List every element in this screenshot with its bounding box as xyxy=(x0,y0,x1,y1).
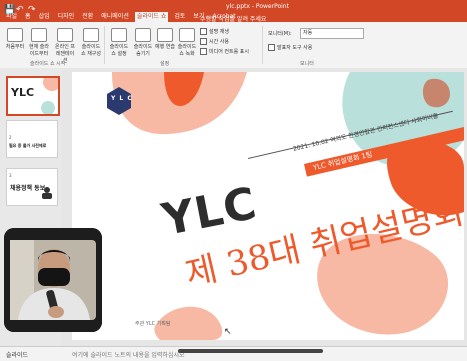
record-button[interactable]: 슬라이드 쇼 녹화 xyxy=(176,28,198,57)
slideshow-setup-button[interactable]: 슬라이드 쇼 설정 xyxy=(108,28,130,57)
setup-icon xyxy=(111,28,127,42)
from-current-button[interactable]: 현재 슬라이드부터 xyxy=(28,28,50,57)
custom-show-icon xyxy=(83,28,99,42)
tab-file[interactable]: 파일 xyxy=(4,12,19,22)
slide-footer: 주관 YLC 기획팀 xyxy=(135,321,171,327)
slide-editor-canvas: Y L C 2021. 10.02 여의도 한경연합관 컨퍼런스센터 사회이버홀… xyxy=(62,68,467,346)
notes-placeholder[interactable]: 여기에 슬라이드 노트의 내용을 입력하십시오 xyxy=(72,350,185,359)
thumbnail-number: 3 xyxy=(9,173,12,178)
webcam-overlay xyxy=(4,228,102,332)
play-narrations-checkbox[interactable]: 설명 재생 xyxy=(200,28,229,35)
presenter-view-checkbox[interactable]: 발표자 도구 사용 xyxy=(268,44,312,51)
hide-slide-icon xyxy=(135,28,151,42)
tab-review[interactable]: 검토 xyxy=(172,12,187,22)
monitor-label: 모니터(M): xyxy=(268,31,292,37)
hide-slide-button[interactable]: 슬라이드 숨기기 xyxy=(132,28,154,57)
thumbnail-title: 필요 증 몰가 사전에로 xyxy=(9,143,47,148)
media-controls-checkbox[interactable]: 미디어 컨트롤 표시 xyxy=(200,48,249,55)
thumbnail-title: YLC xyxy=(11,86,35,99)
current-slide[interactable]: Y L C 2021. 10.02 여의도 한경연합관 컨퍼런스센터 사회이버홀… xyxy=(72,72,464,340)
group-label-start: 슬라이드 쇼 시작 xyxy=(30,61,66,67)
thumbnail-number: 2 xyxy=(9,135,12,140)
tab-design[interactable]: 디자인 xyxy=(56,12,77,22)
person-icon xyxy=(42,187,52,199)
mouse-pointer-icon: ↖ xyxy=(224,327,232,337)
from-beginning-button[interactable]: 처음부터 xyxy=(4,28,26,50)
window-title: ylc.pptx - PowerPoint xyxy=(226,3,289,10)
play-current-icon xyxy=(31,28,47,42)
monitor-select[interactable]: 자동 xyxy=(300,28,364,39)
tab-transitions[interactable]: 전환 xyxy=(80,12,95,22)
tab-home[interactable]: 홈 xyxy=(23,12,33,22)
horizontal-scrollbar[interactable] xyxy=(178,349,323,353)
use-timings-checkbox[interactable]: 시간 사용 xyxy=(200,38,229,45)
tab-slideshow[interactable]: 슬라이드 쇼 xyxy=(134,12,169,22)
webcam-person-image xyxy=(4,228,102,332)
play-icon xyxy=(7,28,23,42)
record-icon xyxy=(179,28,195,42)
title-bar: 💾 ↶ ↷ ylc.pptx - PowerPoint 파일 홈 삽입 디자인 … xyxy=(0,0,467,23)
custom-show-button[interactable]: 슬라이드 쇼 재구성 xyxy=(80,28,102,57)
slide-thumbnail-1[interactable]: YLC xyxy=(6,76,60,116)
slide-thumbnail-3[interactable]: 3 채용정책 동보 xyxy=(6,168,58,206)
slide-number-indicator: 슬라이드 xyxy=(6,352,29,359)
ribbon-separator xyxy=(104,26,105,64)
group-label-setup: 설정 xyxy=(160,61,170,67)
tab-insert[interactable]: 삽입 xyxy=(37,12,52,22)
ribbon: 처음부터 현재 슬라이드부터 온라인 프레젠테이션 슬라이드 쇼 재구성 슬라이… xyxy=(0,22,467,69)
ylc-logo-text: Y L C xyxy=(111,95,133,102)
online-present-icon xyxy=(57,28,73,42)
online-present-button[interactable]: 온라인 프레젠테이션 xyxy=(54,28,76,64)
slide-thumbnail-2[interactable]: 2 필요 증 몰가 사전에로 xyxy=(6,120,58,158)
rehearse-button[interactable]: 예행 연습 xyxy=(154,28,176,50)
rehearse-icon xyxy=(157,28,173,42)
group-label-monitor: 모니터 xyxy=(300,61,314,67)
ribbon-separator xyxy=(262,26,263,64)
tab-animations[interactable]: 애니메이션 xyxy=(99,12,131,22)
